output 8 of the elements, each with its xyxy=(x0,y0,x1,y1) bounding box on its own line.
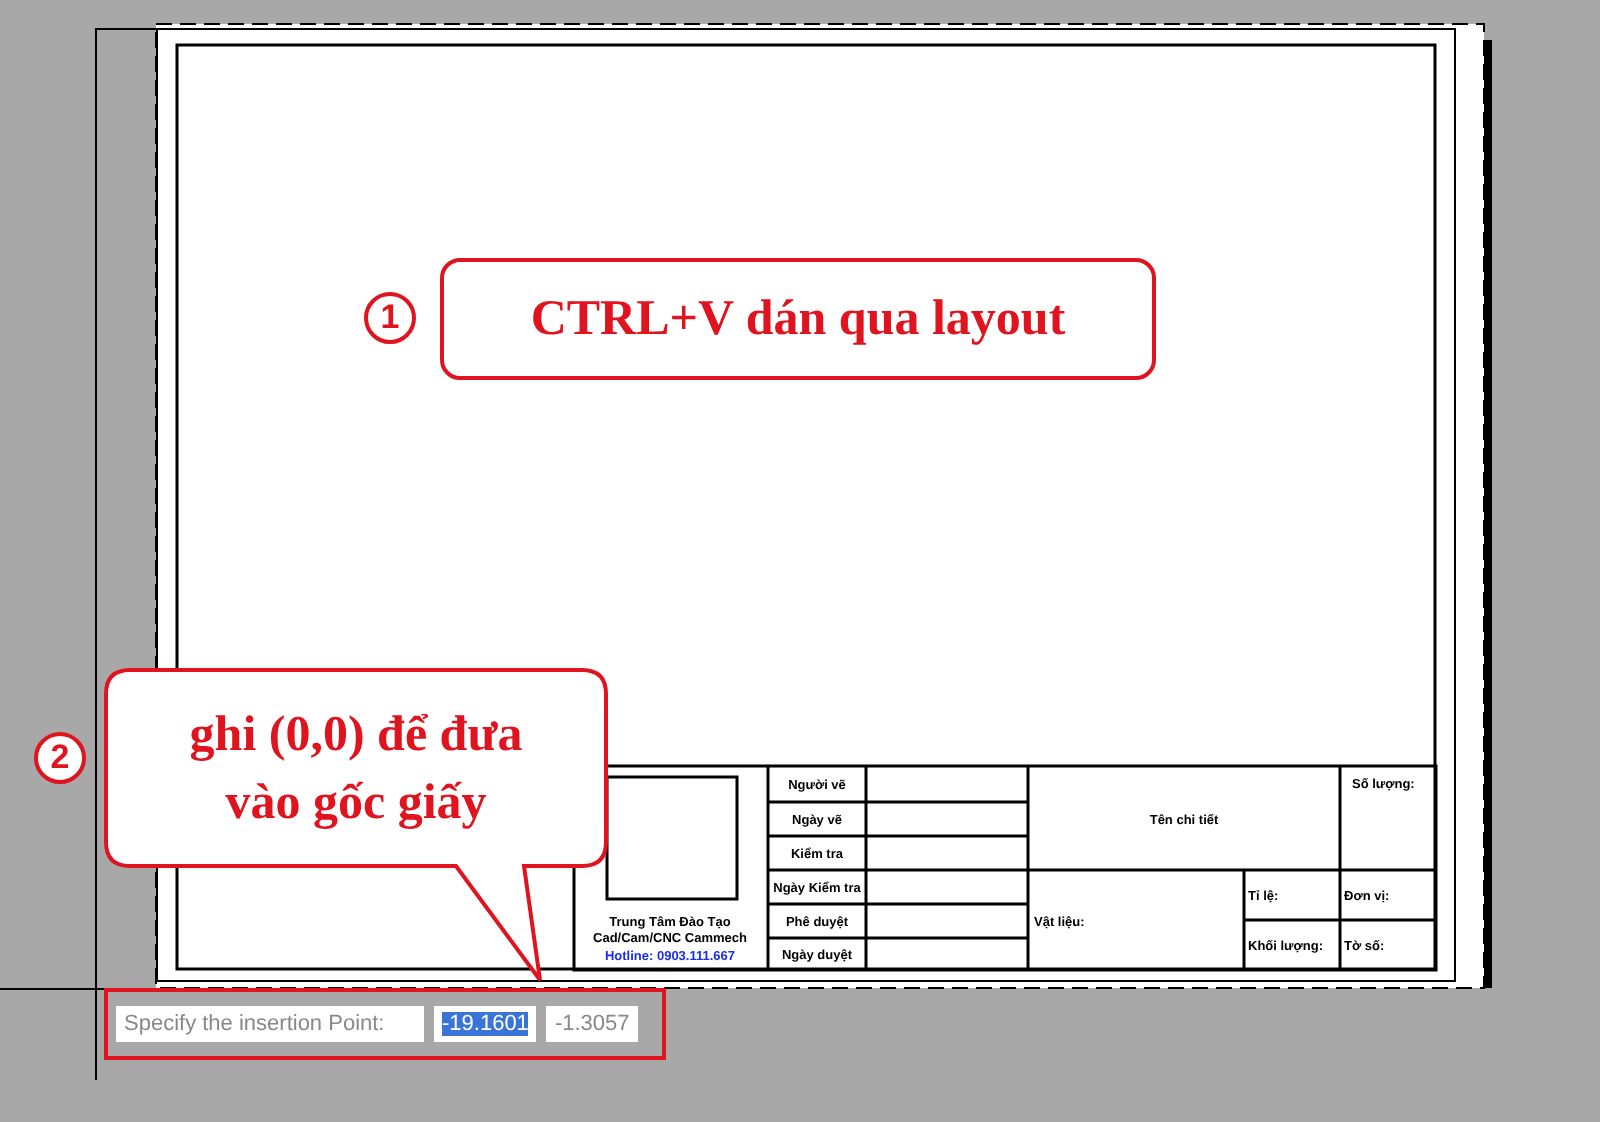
callout-text: CTRL+V dán qua layout xyxy=(530,289,1066,349)
logo-frame xyxy=(605,775,739,901)
prompt-label: Specify the insertion Point: xyxy=(116,1006,424,1042)
coordinate-field[interactable]: -1.3057 xyxy=(546,1006,638,1042)
step-number-badge: 2 xyxy=(34,732,86,784)
callout-text: vào gốc giấy xyxy=(225,774,487,834)
coordinate-field[interactable]: -19.1601 xyxy=(434,1006,537,1042)
callout-text: ghi (0,0) để đưa xyxy=(189,706,523,766)
